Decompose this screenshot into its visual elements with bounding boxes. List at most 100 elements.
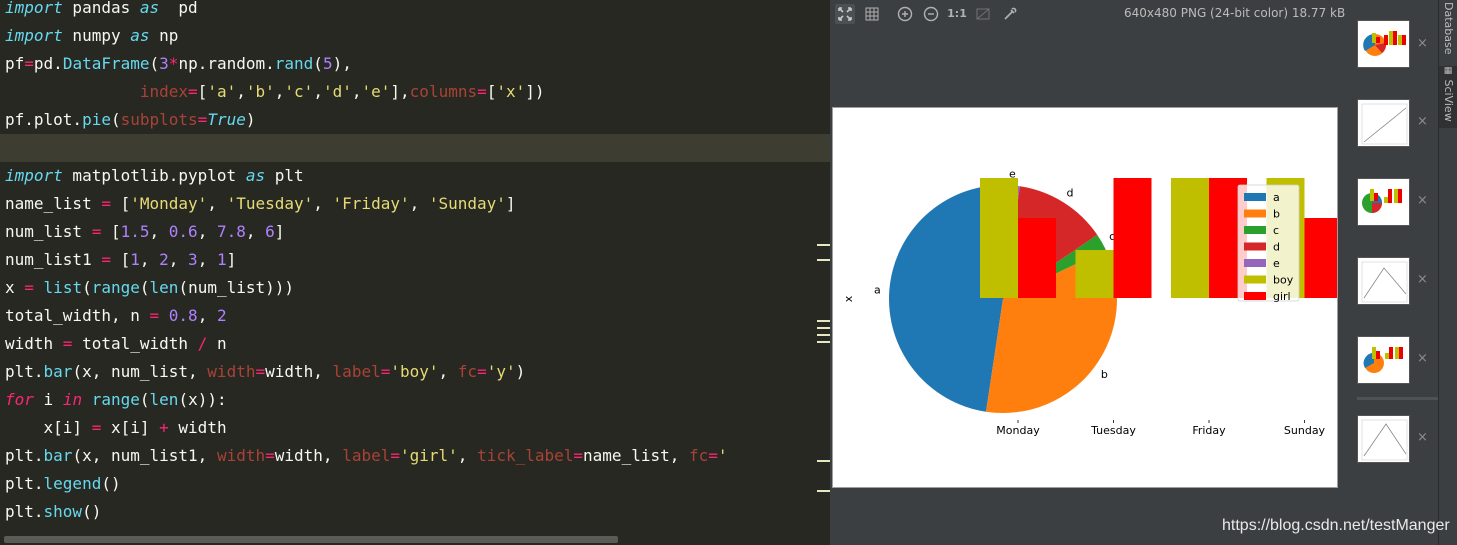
code-token: np.random.: [178, 54, 275, 73]
code-token: True: [207, 110, 246, 129]
code-token: bar: [43, 362, 73, 381]
tool-tab-sciview[interactable]: ▦ SciView: [1439, 66, 1457, 128]
code-token: 'girl': [400, 446, 458, 465]
code-token: width: [216, 446, 266, 465]
code-line[interactable]: num_list1 = [1, 2, 3, 1]: [5, 252, 236, 280]
tool-tab-database[interactable]: Database: [1439, 2, 1457, 55]
code-token: columns: [409, 82, 478, 101]
bar-boy-tuesday: [1075, 250, 1114, 298]
code-token: i: [33, 390, 63, 409]
code-token: range: [91, 278, 140, 297]
code-token: ,: [313, 82, 323, 101]
zoom-in-icon[interactable]: [895, 4, 915, 24]
code-token: 1.5: [120, 222, 150, 241]
thumbnail-close-icon[interactable]: ×: [1417, 430, 1428, 445]
thumbnail-line[interactable]: [1357, 257, 1410, 305]
code-token: np: [149, 26, 179, 45]
code-token: 3: [188, 250, 198, 269]
thumbnail-pie-bar[interactable]: [1357, 336, 1410, 384]
code-line[interactable]: plt.legend(): [5, 476, 121, 504]
code-line[interactable]: plt.bar(x, num_list1, width=width, label…: [5, 448, 728, 476]
code-token: matplotlib.pyplot: [62, 166, 246, 185]
code-token: import: [5, 0, 63, 17]
code-line[interactable]: for i in range(len(x)):: [5, 392, 227, 420]
thumbnail-line[interactable]: [1357, 415, 1410, 463]
code-token: (x, num_list1,: [72, 446, 217, 465]
code-token: =: [380, 362, 391, 381]
code-token: plt.: [5, 474, 44, 493]
code-token: +: [159, 418, 169, 437]
sciview-grid-icon: ▦: [1443, 66, 1453, 76]
code-line[interactable]: import pandas as pd: [5, 0, 198, 28]
scroll-marker: [817, 244, 830, 246]
code-token: (num_list))): [178, 278, 295, 297]
code-token: numpy: [62, 26, 131, 45]
code-token: =: [255, 362, 266, 381]
code-token: ]): [525, 82, 545, 101]
code-line[interactable]: import numpy as np: [5, 28, 178, 56]
code-line[interactable]: total_width, n = 0.8, 2: [5, 308, 227, 336]
code-token: ): [245, 110, 256, 129]
code-token: (: [139, 390, 150, 409]
code-token: (x)):: [178, 390, 227, 409]
matplotlib-figure: abcdexMonday Tuesday Friday Sundayabcdeboyg…: [842, 167, 1337, 437]
legend-label-e: e: [1273, 257, 1280, 270]
code-token: ,: [457, 446, 478, 465]
scroll-marker: [817, 259, 830, 261]
thumbnail-close-icon[interactable]: ×: [1417, 351, 1428, 366]
code-token: 0.8: [168, 306, 198, 325]
code-token: ,: [207, 194, 227, 213]
code-line[interactable]: width = total_width / n: [5, 336, 227, 364]
code-token: range: [91, 390, 140, 409]
code-line[interactable]: pf=pd.DataFrame(3*np.random.rand(5),: [5, 56, 352, 84]
thumbnail-close-icon[interactable]: ×: [1417, 272, 1428, 287]
zoom-out-icon[interactable]: [921, 4, 941, 24]
thumbnail-pie-bar[interactable]: [1357, 178, 1410, 226]
code-token: 2: [216, 306, 227, 325]
code-line[interactable]: plt.show(): [5, 504, 101, 532]
thumbnail-close-icon[interactable]: ×: [1417, 193, 1428, 208]
code-line[interactable]: x[i] = x[i] + width: [5, 420, 227, 448]
actual-size-button[interactable]: 1:1: [947, 4, 967, 24]
code-token: ,: [139, 250, 160, 269]
scroll-marker: [817, 327, 830, 329]
code-token: total_width, n: [5, 306, 150, 325]
color-picker-icon[interactable]: [1000, 4, 1020, 24]
thumbnail-close-icon[interactable]: ×: [1417, 114, 1428, 129]
code-token: ,: [245, 222, 266, 241]
code-token: 'e': [361, 82, 391, 101]
code-line[interactable]: pf.plot.pie(subplots=True): [5, 112, 255, 140]
code-token: =: [62, 334, 73, 353]
code-token: [: [110, 194, 131, 213]
code-token: =: [477, 362, 487, 381]
code-token: 7.8: [216, 222, 246, 241]
grid-icon[interactable]: [862, 4, 882, 24]
code-editor[interactable]: import pandas as pd import numpy as np pf=…: [0, 0, 830, 545]
horizontal-scrollbar[interactable]: [4, 536, 618, 543]
background-icon[interactable]: [973, 4, 993, 24]
code-token: ,: [274, 82, 285, 101]
code-line[interactable]: index=['a','b','c','d','e'],columns=['x'…: [5, 84, 545, 112]
code-token: tick_label: [477, 446, 574, 465]
code-line[interactable]: num_list = [1.5, 0.6, 7.8, 6]: [5, 224, 284, 252]
code-token: 'c': [284, 82, 314, 101]
code-token: 0.6: [168, 222, 198, 241]
code-token: (: [313, 54, 323, 73]
code-line[interactable]: import matplotlib.pyplot as plt: [5, 168, 304, 196]
code-token: fc: [689, 446, 709, 465]
code-token: ],: [390, 82, 410, 101]
thumbnail-pie-bar[interactable]: [1357, 20, 1410, 68]
fit-to-window-icon[interactable]: [835, 4, 855, 24]
code-line[interactable]: name_list = ['Monday', 'Tuesday', 'Frida…: [5, 196, 516, 224]
code-token: 'a': [207, 82, 237, 101]
code-line[interactable]: x = list(range(len(num_list))): [5, 280, 294, 308]
code-token: name_list,: [583, 446, 689, 465]
thumbnail-close-icon[interactable]: ×: [1417, 36, 1428, 51]
watermark: https://blog.csdn.net/testManger: [1222, 517, 1450, 534]
code-line[interactable]: plt.bar(x, num_list, width=width, label=…: [5, 364, 525, 392]
code-token: (: [139, 278, 150, 297]
code-token: =: [390, 446, 400, 465]
thumbnail-line[interactable]: [1357, 99, 1410, 147]
code-token: =: [477, 82, 487, 101]
